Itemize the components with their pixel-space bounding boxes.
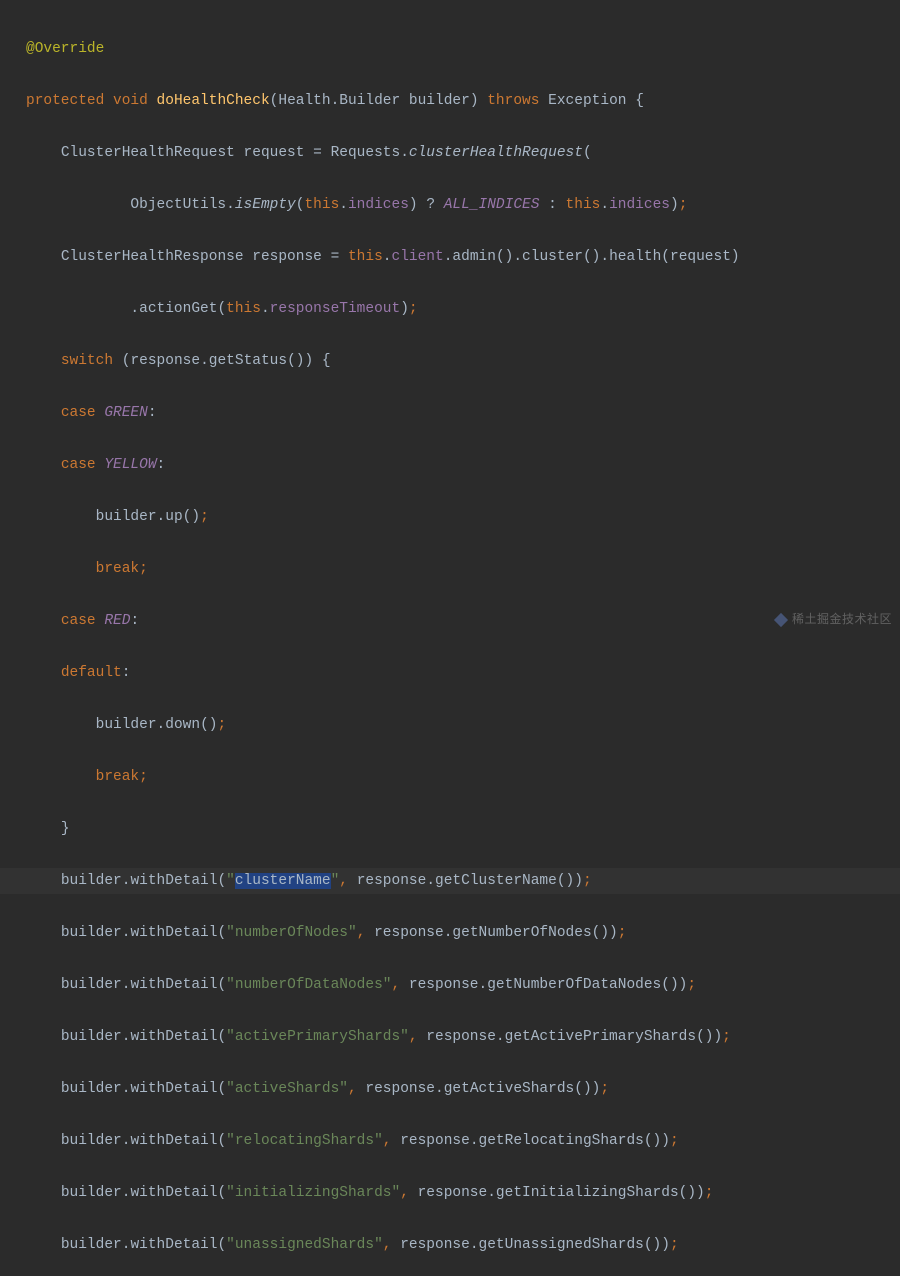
code-line: builder.withDetail("initializingShards",… [0,1180,900,1206]
code-line: builder.withDetail("numberOfNodes", resp… [0,920,900,946]
code-line: break; [0,764,900,790]
selected-text: clusterName [235,873,331,889]
code-line: builder.withDetail("activePrimaryShards"… [0,1024,900,1050]
code-line: case GREEN: [0,400,900,426]
code-line: .actionGet(this.responseTimeout); [0,296,900,322]
code-line: case YELLOW: [0,452,900,478]
code-line: builder.up(); [0,504,900,530]
annotation: @Override [26,41,104,57]
code-line: builder.withDetail("activeShards", respo… [0,1076,900,1102]
code-line-highlighted: builder.withDetail("clusterName", respon… [0,868,900,894]
code-editor: @Override protected void doHealthCheck(H… [0,0,900,1276]
code-line: protected void doHealthCheck(Health.Buil… [0,88,900,114]
code-line: builder.withDetail("relocatingShards", r… [0,1128,900,1154]
code-line: default: [0,660,900,686]
code-line: @Override [0,36,900,62]
code-line: } [0,816,900,842]
code-line: ClusterHealthRequest request = Requests.… [0,140,900,166]
code-line: ClusterHealthResponse response = this.cl… [0,244,900,270]
code-line: builder.withDetail("numberOfDataNodes", … [0,972,900,998]
code-line: switch (response.getStatus()) { [0,348,900,374]
code-line: break; [0,556,900,582]
code-line: builder.withDetail("unassignedShards", r… [0,1232,900,1258]
method-name: doHealthCheck [157,93,270,109]
code-line: builder.down(); [0,712,900,738]
code-line: ObjectUtils.isEmpty(this.indices) ? ALL_… [0,192,900,218]
code-line: case RED: [0,608,900,634]
